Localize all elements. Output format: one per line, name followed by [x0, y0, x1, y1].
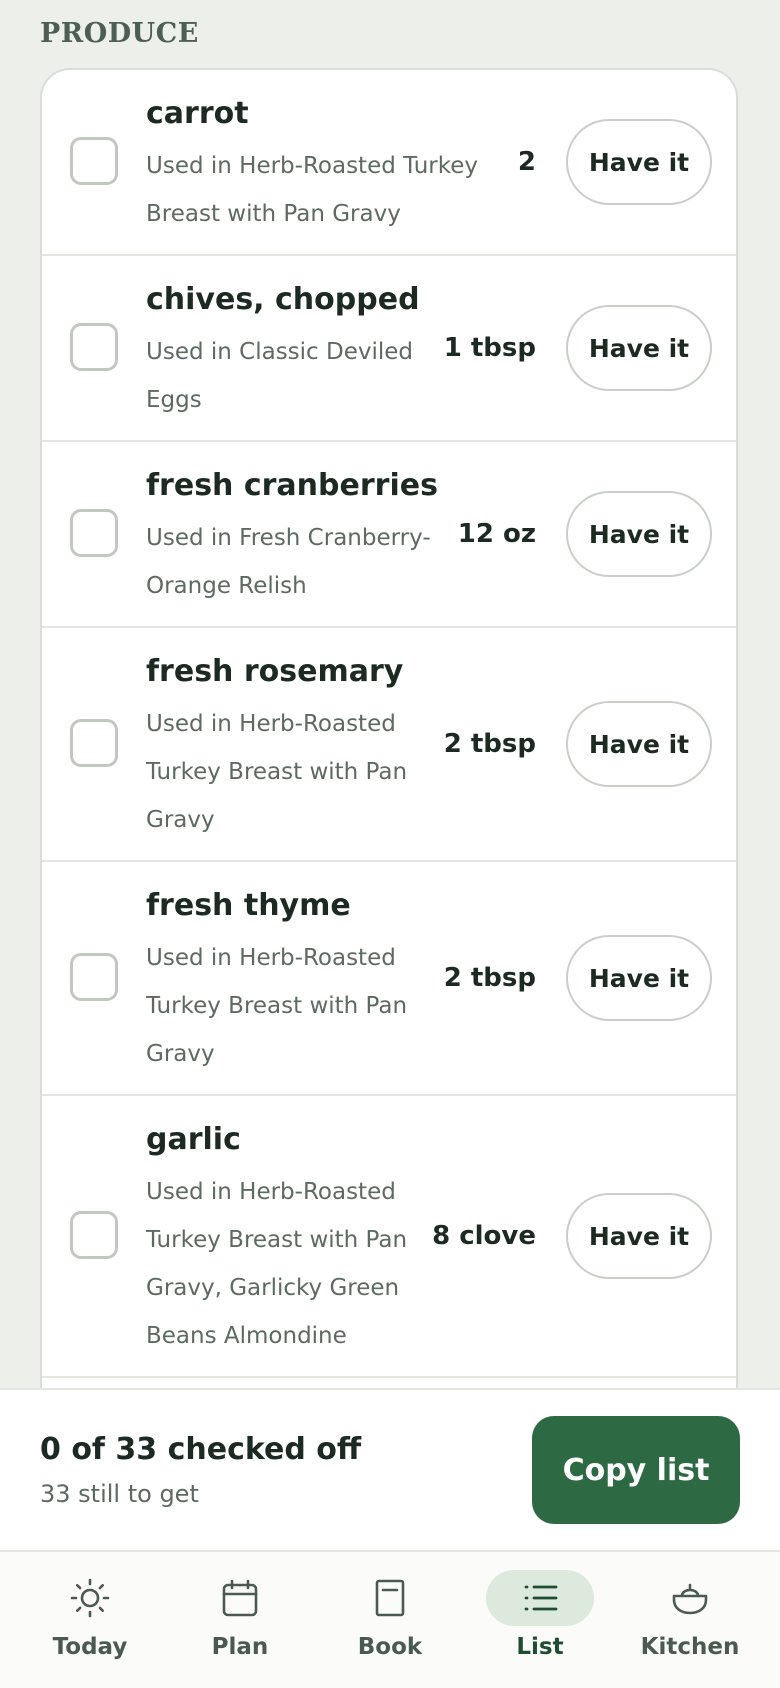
item-name: chives, chopped [146, 282, 420, 317]
list-item: fresh cranberries Used in Fresh Cranberr… [42, 442, 736, 628]
item-recipes: Used in Classic Deviled Eggs [146, 339, 414, 413]
item-quantity: 8 clove [432, 1221, 536, 1251]
item-checkbox[interactable] [70, 953, 118, 1001]
copy-list-button[interactable]: Copy list [532, 1416, 740, 1524]
nav-label: Today [52, 1634, 128, 1660]
item-name: garlic [146, 1122, 241, 1157]
section-title: PRODUCE [40, 18, 199, 49]
have-it-button[interactable]: Have it [566, 701, 712, 787]
nav-label: Plan [211, 1634, 269, 1660]
produce-list: carrot Used in Herb-Roasted Turkey Breast… [40, 68, 738, 1388]
item-recipes: Used in Herb-Roasted Turkey Breast with P… [146, 711, 408, 833]
item-quantity: 2 [517, 147, 536, 177]
list-item: garlic Used in Herb-Roasted Turkey Breast… [42, 1096, 736, 1378]
list-item: carrot Used in Herb-Roasted Turkey Breast… [42, 70, 736, 256]
item-recipes: Used in Fresh Cranberry- Orange Relish [146, 525, 431, 599]
nav-item-today[interactable]: Today [30, 1570, 150, 1680]
list-summary-bar: 0 of 33 checked off 33 still to get Copy… [0, 1388, 780, 1552]
have-it-button[interactable]: Have it [566, 119, 712, 205]
item-recipes: Used in Herb-Roasted Turkey Breast with P… [146, 1179, 408, 1349]
item-name: fresh cranberries [146, 468, 438, 503]
item-checkbox[interactable] [70, 323, 118, 371]
item-recipes: Used in Herb-Roasted Turkey Breast with P… [146, 153, 478, 227]
nav-item-book[interactable]: Book [330, 1570, 450, 1680]
bottom-nav: Today Plan Book List Kitchen [0, 1552, 780, 1688]
item-checkbox[interactable] [70, 1211, 118, 1259]
item-quantity: 12 oz [457, 519, 536, 549]
item-name: carrot [146, 96, 249, 131]
item-quantity: 2 tbsp [443, 963, 536, 993]
list-item: fresh rosemary Used in Herb-Roasted Turke… [42, 628, 736, 862]
list-item: chives, chopped Used in Classic Deviled E… [42, 256, 736, 442]
have-it-button[interactable]: Have it [566, 305, 712, 391]
have-it-button[interactable]: Have it [566, 491, 712, 577]
nav-item-plan[interactable]: Plan [180, 1570, 300, 1680]
book-icon [375, 1579, 405, 1617]
list-item: fresh thyme Used in Herb-Roasted Turkey B… [42, 862, 736, 1096]
list-icon [524, 1585, 558, 1611]
checked-count: 0 of 33 checked off [40, 1432, 362, 1467]
sun-icon [70, 1578, 110, 1618]
item-quantity: 2 tbsp [443, 729, 536, 759]
pot-icon [672, 1583, 708, 1615]
item-checkbox[interactable] [70, 719, 118, 767]
nav-label: Kitchen [640, 1634, 740, 1660]
nav-label: Book [357, 1634, 423, 1660]
calendar-icon [222, 1579, 258, 1617]
item-name: fresh thyme [146, 888, 351, 923]
item-recipes: Used in Herb-Roasted Turkey Breast with P… [146, 945, 408, 1067]
nav-active-pill [486, 1570, 594, 1626]
item-checkbox[interactable] [70, 137, 118, 185]
nav-item-kitchen[interactable]: Kitchen [630, 1570, 750, 1680]
item-quantity: 1 tbsp [443, 333, 536, 363]
nav-item-list[interactable]: List [480, 1570, 600, 1680]
nav-label: List [516, 1634, 564, 1660]
item-checkbox[interactable] [70, 509, 118, 557]
have-it-button[interactable]: Have it [566, 935, 712, 1021]
item-name: fresh rosemary [146, 654, 404, 689]
remaining-count: 33 still to get [40, 1480, 199, 1508]
have-it-button[interactable]: Have it [566, 1193, 712, 1279]
